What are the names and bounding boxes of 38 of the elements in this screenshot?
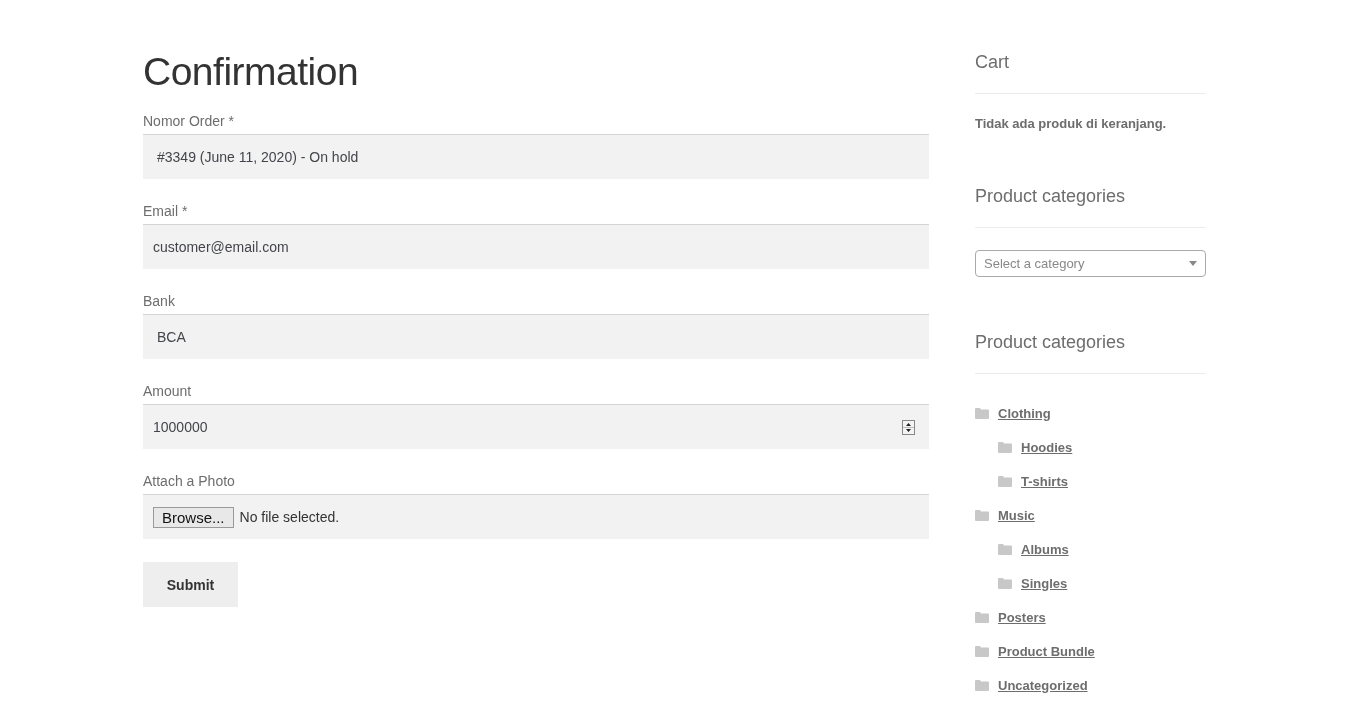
category-link[interactable]: T-shirts <box>1021 473 1068 489</box>
number-field[interactable]: 1000000 <box>143 404 929 449</box>
category-link[interactable]: Product Bundle <box>998 643 1095 659</box>
widget-title: Cart <box>975 47 1206 94</box>
category-link[interactable]: Albums <box>1021 541 1069 557</box>
folder-icon <box>975 509 989 521</box>
widget-title: Product categories <box>975 327 1206 374</box>
field-label: Bank <box>143 292 176 310</box>
category-link[interactable]: Hoodies <box>1021 439 1073 455</box>
category-link[interactable]: Singles <box>1021 575 1068 591</box>
folder-icon <box>975 611 989 623</box>
folder-icon <box>975 645 989 657</box>
category-link[interactable]: Posters <box>998 609 1046 625</box>
field-label: Amount <box>143 382 193 400</box>
cart-message: Tidak ada produk di keranjang. <box>975 116 1168 131</box>
folder-icon <box>998 475 1012 487</box>
field-label: Attach a Photo <box>143 472 236 490</box>
caret-icon <box>1189 261 1197 266</box>
folder-icon <box>975 679 989 691</box>
input-field[interactable]: customer@email.com <box>143 224 929 269</box>
folder-icon <box>998 543 1012 555</box>
browse-button[interactable]: Browse... <box>153 506 234 528</box>
page-title: Confirmation <box>143 49 360 95</box>
category-link[interactable]: Uncategorized <box>998 677 1088 693</box>
category-link[interactable]: Music <box>998 507 1035 523</box>
select-field[interactable]: BCA <box>143 314 929 359</box>
folder-icon <box>975 407 989 419</box>
field-label: Nomor Order * <box>143 112 236 130</box>
submit-button[interactable]: Submit <box>143 562 238 607</box>
category-dropdown[interactable]: Select a category <box>975 250 1206 277</box>
field-label: Email * <box>143 202 189 220</box>
folder-icon <box>998 441 1012 453</box>
category-link[interactable]: Clothing <box>998 405 1051 421</box>
folder-icon <box>998 577 1012 589</box>
spinner-icon[interactable] <box>902 419 915 435</box>
widget-title: Product categories <box>975 181 1206 228</box>
select-field[interactable]: #3349 (June 11, 2020) - On hold <box>143 134 929 179</box>
file-status: No file selected. <box>239 509 340 525</box>
